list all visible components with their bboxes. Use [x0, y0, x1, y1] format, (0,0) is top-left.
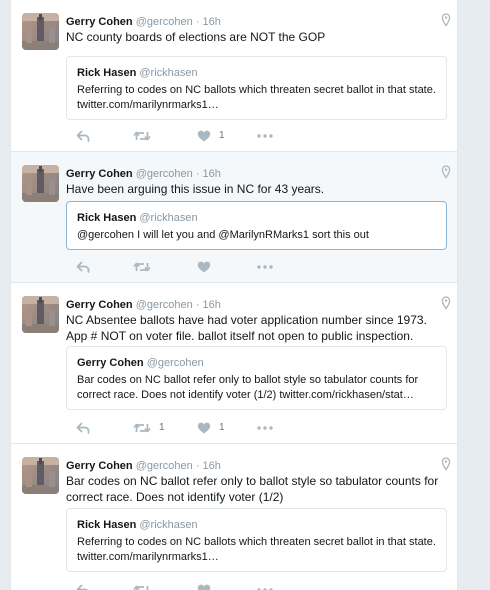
- retweet-icon: [133, 261, 151, 273]
- reply-button[interactable]: [76, 128, 90, 144]
- avatar[interactable]: [22, 165, 59, 202]
- timestamp[interactable]: 16h: [203, 299, 221, 311]
- like-count: 1: [219, 422, 225, 433]
- tweet-text: NC Absentee ballots have had voter appli…: [66, 313, 427, 343]
- quoted-author-name: Gerry Cohen: [77, 357, 144, 369]
- retweet-count: 1: [159, 422, 165, 433]
- tweet-text: Have been arguing this issue in NC for 4…: [66, 182, 325, 196]
- avatar[interactable]: [22, 296, 59, 333]
- like-button[interactable]: 1: [197, 128, 225, 144]
- tweet-header: Gerry Cohen @gercohen · 16h: [66, 299, 221, 311]
- more-button[interactable]: [257, 259, 273, 275]
- heart-icon: [197, 261, 211, 273]
- quoted-text: Bar codes on NC ballot refer only to bal…: [77, 374, 419, 401]
- location-pin-icon[interactable]: [441, 296, 453, 310]
- tweet-header: Gerry Cohen @gercohen · 16h: [66, 168, 221, 180]
- tweet[interactable]: Gerry Cohen @gercohen · 16h NC Absentee …: [11, 283, 457, 444]
- like-count: 1: [219, 130, 225, 141]
- reply-icon: [76, 422, 90, 434]
- quoted-author-handle: @rickhasen: [139, 67, 198, 79]
- retweet-icon: [133, 422, 151, 434]
- reply-icon: [76, 584, 90, 590]
- timestamp[interactable]: 16h: [203, 16, 221, 28]
- tweet-actions: [66, 582, 326, 590]
- author-name[interactable]: Gerry Cohen: [66, 168, 133, 180]
- tweet-actions: 1: [66, 128, 326, 144]
- like-button[interactable]: 1: [197, 420, 225, 436]
- author-handle[interactable]: @gercohen: [136, 16, 193, 28]
- timestamp[interactable]: 16h: [203, 168, 221, 180]
- more-button[interactable]: [257, 128, 273, 144]
- tweet-text: Bar codes on NC ballot refer only to bal…: [66, 474, 439, 504]
- like-button[interactable]: [197, 259, 219, 275]
- author-name[interactable]: Gerry Cohen: [66, 16, 133, 28]
- location-pin-icon[interactable]: [441, 165, 453, 179]
- tweet-header: Gerry Cohen @gercohen · 16h: [66, 460, 221, 472]
- reply-icon: [76, 261, 90, 273]
- tweet[interactable]: Gerry Cohen @gercohen · 16h Bar codes on…: [11, 444, 457, 590]
- quoted-author-name: Rick Hasen: [77, 519, 137, 531]
- avatar[interactable]: [22, 457, 59, 494]
- more-button[interactable]: [257, 420, 273, 436]
- quoted-text: Referring to codes on NC ballots which t…: [77, 536, 436, 563]
- quoted-text: @gercohen I will let you and @MarilynRMa…: [77, 229, 369, 241]
- author-name[interactable]: Gerry Cohen: [66, 299, 133, 311]
- quoted-tweet[interactable]: Rick Hasen @rickhasen Referring to codes…: [66, 508, 447, 572]
- timeline: Gerry Cohen @gercohen · 16h NC county bo…: [10, 0, 458, 590]
- quoted-text: Referring to codes on NC ballots which t…: [77, 84, 436, 111]
- retweet-icon: [133, 130, 151, 142]
- tweet[interactable]: Gerry Cohen @gercohen · 16h NC county bo…: [11, 0, 457, 152]
- quoted-author-name: Rick Hasen: [77, 67, 137, 79]
- reply-icon: [76, 130, 90, 142]
- heart-icon: [197, 130, 211, 142]
- retweet-button[interactable]: [133, 128, 159, 144]
- heart-icon: [197, 584, 211, 590]
- more-dots-icon: [257, 265, 273, 269]
- timestamp[interactable]: 16h: [203, 460, 221, 472]
- more-button[interactable]: [257, 582, 273, 590]
- heart-icon: [197, 422, 211, 434]
- retweet-button[interactable]: [133, 259, 159, 275]
- like-button[interactable]: [197, 582, 219, 590]
- tweet-actions: [66, 259, 326, 275]
- quoted-tweet[interactable]: Rick Hasen @rickhasen @gercohen I will l…: [66, 201, 447, 250]
- reply-button[interactable]: [76, 582, 90, 590]
- author-handle[interactable]: @gercohen: [136, 299, 193, 311]
- quoted-author-handle: @gercohen: [146, 357, 204, 369]
- author-handle[interactable]: @gercohen: [136, 168, 193, 180]
- reply-button[interactable]: [76, 259, 90, 275]
- tweet[interactable]: Gerry Cohen @gercohen · 16h Have been ar…: [11, 152, 457, 283]
- tweet-header: Gerry Cohen @gercohen · 16h: [66, 16, 221, 28]
- location-pin-icon[interactable]: [441, 13, 453, 27]
- more-dots-icon: [257, 134, 273, 138]
- avatar[interactable]: [22, 13, 59, 50]
- retweet-button[interactable]: 1: [133, 420, 165, 436]
- reply-button[interactable]: [76, 420, 90, 436]
- quoted-tweet[interactable]: Gerry Cohen @gercohen Bar codes on NC ba…: [66, 346, 447, 410]
- more-dots-icon: [257, 426, 273, 430]
- author-handle[interactable]: @gercohen: [136, 460, 193, 472]
- location-pin-icon[interactable]: [441, 457, 453, 471]
- quoted-author-handle: @rickhasen: [139, 212, 198, 224]
- retweet-icon: [133, 584, 151, 590]
- retweet-button[interactable]: [133, 582, 159, 590]
- quoted-tweet[interactable]: Rick Hasen @rickhasen Referring to codes…: [66, 56, 447, 120]
- quoted-author-name: Rick Hasen: [77, 212, 137, 224]
- author-name[interactable]: Gerry Cohen: [66, 460, 133, 472]
- tweet-text: NC county boards of elections are NOT th…: [66, 30, 326, 44]
- quoted-author-handle: @rickhasen: [139, 519, 198, 531]
- tweet-actions: 1 1: [66, 420, 326, 436]
